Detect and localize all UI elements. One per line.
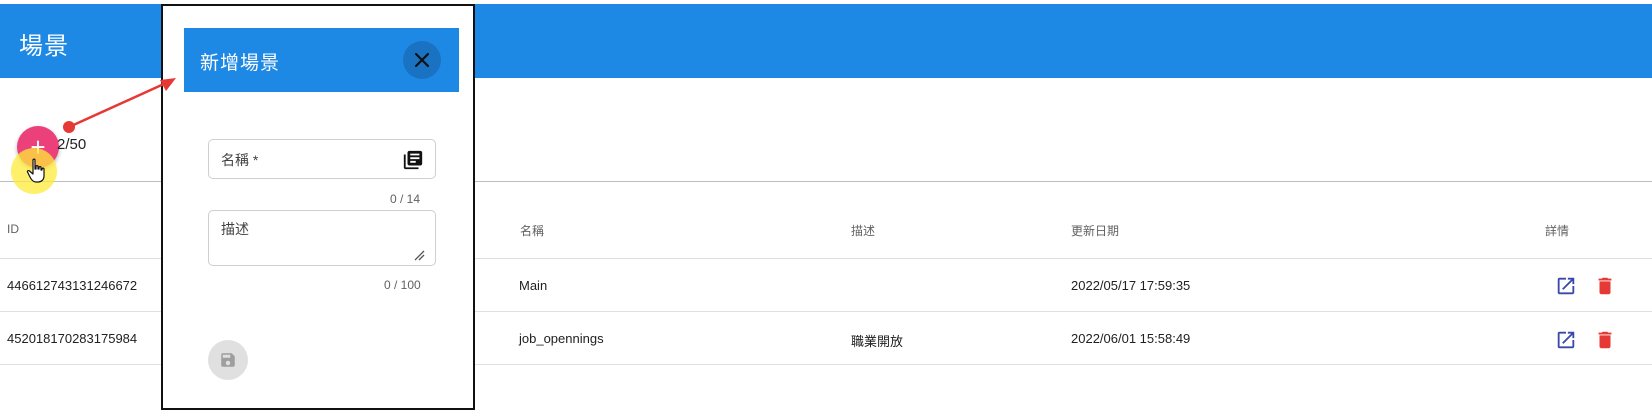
save-button[interactable] — [208, 340, 248, 380]
row-name: job_opennings — [519, 331, 604, 346]
column-header-details: 詳情 — [1545, 224, 1570, 238]
column-header-updated[interactable]: 更新日期 — [1071, 222, 1119, 239]
column-header-name[interactable]: 名稱 — [520, 222, 544, 239]
hand-cursor-icon — [26, 158, 45, 183]
description-field-label: 描述 — [221, 221, 249, 237]
close-button[interactable] — [403, 41, 441, 79]
name-char-counter: 0 / 14 — [390, 192, 421, 206]
name-field[interactable]: 名稱 * — [208, 139, 436, 179]
description-field[interactable]: 描述 — [208, 210, 436, 266]
delete-icon[interactable] — [1594, 329, 1616, 351]
description-char-counter: 0 / 100 — [384, 278, 421, 292]
column-header-description[interactable]: 描述 — [851, 222, 875, 239]
library-books-icon[interactable] — [402, 149, 424, 171]
column-header-id[interactable]: ID — [7, 222, 19, 236]
page-title: 場景 — [19, 33, 69, 60]
name-field-label: 名稱 * — [221, 152, 259, 168]
new-scene-dialog: 新增場景 名稱 * 0 / 14 描述 0 / 100 — [161, 4, 475, 410]
close-icon — [414, 52, 430, 68]
scene-count: 2/50 — [57, 136, 87, 153]
dialog-header: 新增場景 — [184, 28, 459, 92]
row-updated: 2022/05/17 17:59:35 — [1071, 278, 1191, 293]
open-in-new-icon[interactable] — [1555, 275, 1577, 297]
delete-icon[interactable] — [1594, 275, 1616, 297]
row-id: 452018170283175984 — [7, 331, 138, 346]
resize-handle-icon[interactable] — [413, 249, 425, 261]
row-updated: 2022/06/01 15:58:49 — [1071, 331, 1191, 346]
row-name: Main — [519, 278, 548, 293]
open-in-new-icon[interactable] — [1555, 329, 1577, 351]
row-description: 職業開放 — [851, 334, 904, 349]
dialog-title: 新增場景 — [200, 53, 281, 74]
row-id: 446612743131246672 — [7, 278, 138, 293]
save-icon — [221, 353, 235, 367]
